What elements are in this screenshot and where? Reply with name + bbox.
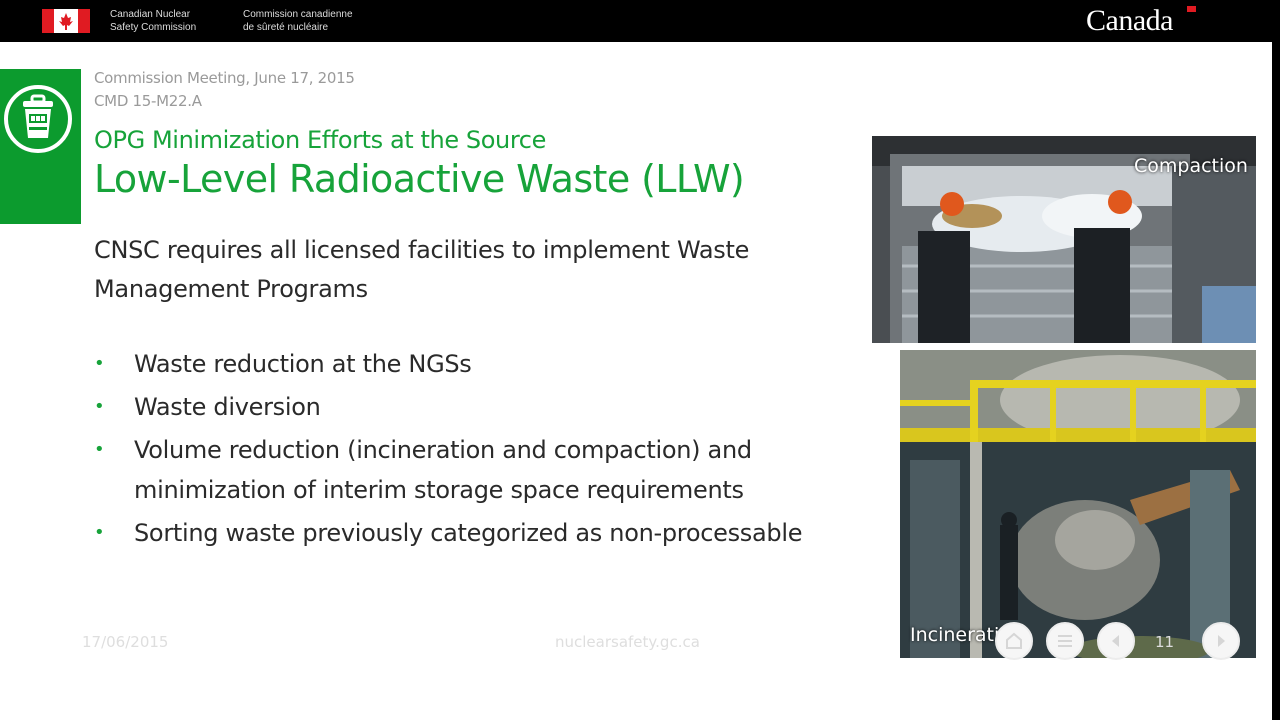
- compaction-label: Compaction: [1134, 155, 1248, 177]
- list-item: • Volume reduction (incineration and comp…: [94, 430, 884, 510]
- menu-list-icon: [1058, 635, 1072, 647]
- bullet-list: • Waste reduction at the NGSs • Waste dive…: [94, 344, 884, 556]
- bullet-marker: •: [94, 353, 105, 374]
- menu-button[interactable]: [1046, 622, 1084, 660]
- previous-slide-button[interactable]: [1097, 622, 1135, 660]
- home-icon: [1006, 632, 1022, 649]
- previous-arrow-icon: [1112, 635, 1119, 647]
- footer-website: nuclearsafety.gc.ca: [555, 633, 700, 651]
- list-item: • Waste reduction at the NGSs: [94, 344, 884, 384]
- bullet-marker: •: [94, 522, 105, 543]
- bullet-text: Volume reduction (incineration and compa…: [134, 436, 752, 504]
- incineration-photo: Incineration: [900, 350, 1256, 658]
- section-tab: [0, 69, 81, 224]
- bullet-text: Waste diversion: [134, 393, 321, 421]
- slide-title: Low-Level Radioactive Waste (LLW): [94, 157, 745, 201]
- page-number: 11: [1155, 633, 1175, 651]
- government-header: Canadian Nuclear Safety Commission Commi…: [0, 0, 1280, 42]
- footer-date: 17/06/2015: [82, 633, 169, 651]
- incineration-illustration: [900, 350, 1256, 658]
- cmd-number: CMD 15-M22.A: [94, 92, 202, 110]
- bullet-marker: •: [94, 439, 105, 460]
- list-item: • Sorting waste previously categorized as…: [94, 513, 884, 553]
- list-item: • Waste diversion: [94, 387, 884, 427]
- org-name-french: Commission canadienne de sûreté nucléair…: [243, 8, 353, 34]
- slide-subtitle: OPG Minimization Efforts at the Source: [94, 126, 546, 154]
- bullet-text: Sorting waste previously categorized as …: [134, 519, 803, 547]
- org-name-en-line1: Canadian Nuclear: [110, 9, 191, 20]
- waste-bin-icon: [4, 85, 72, 153]
- bullet-marker: •: [94, 396, 105, 417]
- presentation-slide: Commission Meeting, June 17, 2015 CMD 15…: [0, 42, 1272, 720]
- org-name-en-line2: Safety Commission: [110, 22, 197, 33]
- meeting-info: Commission Meeting, June 17, 2015 CMD 15…: [94, 67, 355, 113]
- meeting-date: Commission Meeting, June 17, 2015: [94, 69, 355, 87]
- next-slide-button[interactable]: [1202, 622, 1240, 660]
- next-arrow-icon: [1218, 635, 1225, 647]
- window-edge: [1272, 42, 1280, 720]
- canada-flag-icon: [42, 9, 90, 33]
- org-name-fr-line2: de sûreté nucléaire: [243, 22, 329, 33]
- wordmark-flag-icon: [1187, 6, 1196, 12]
- compaction-photo: Compaction: [872, 136, 1256, 343]
- org-name-fr-line1: Commission canadienne: [243, 9, 353, 20]
- canada-wordmark: Canada: [1086, 4, 1173, 37]
- org-name-english: Canadian Nuclear Safety Commission: [110, 8, 196, 34]
- home-button[interactable]: [995, 622, 1033, 660]
- bullet-text: Waste reduction at the NGSs: [134, 350, 472, 378]
- intro-text: CNSC requires all licensed facilities to…: [94, 236, 750, 303]
